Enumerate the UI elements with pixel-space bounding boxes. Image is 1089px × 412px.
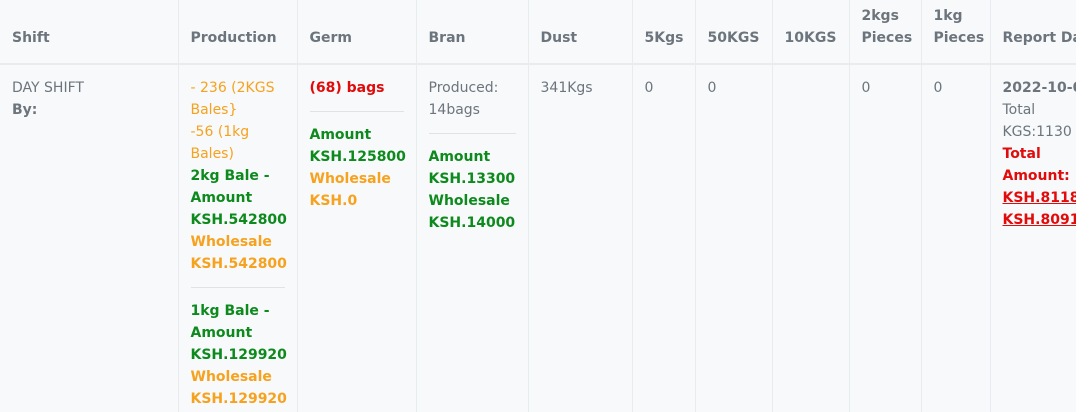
col-header-bran[interactable]: Bran	[416, 0, 529, 65]
bran-wholesale: KSH.14000	[428, 215, 516, 231]
report-amount-link-2[interactable]: KSH.8091	[1003, 212, 1077, 228]
germ-bags: (68) bags	[309, 80, 385, 96]
col-header-shift[interactable]: Shift	[0, 0, 179, 65]
cell-5kgs: 0	[632, 64, 696, 412]
production-1kg-bales: -56 (1kg Bales)	[190, 124, 250, 162]
cell-germ: (68) bags Amount KSH.125800 Wholesale KS…	[297, 64, 417, 412]
bale1-amount: KSH.129920	[190, 347, 287, 363]
bale2-amount-label: 2kg Bale -Amount	[190, 168, 270, 206]
col-header-1kg-pieces[interactable]: 1kg Pieces	[921, 0, 991, 65]
germ-wholesale-label: Wholesale	[309, 171, 391, 187]
cell-50kgs: 0	[695, 64, 773, 412]
cell-shift: DAY SHIFT By:	[0, 64, 179, 412]
col-header-50kgs[interactable]: 50KGS	[695, 0, 773, 65]
production-2kg-bales: - 236 (2KGS Bales}	[190, 80, 275, 118]
col-header-report-date[interactable]: Report Da	[990, 0, 1076, 65]
col-header-2kg-pieces[interactable]: 2kgs Pieces	[849, 0, 922, 65]
shift-by: By:	[12, 102, 38, 118]
bran-wholesale-label: Wholesale	[428, 193, 510, 209]
report-total-amount-label: Total Amount:	[1002, 146, 1070, 184]
col-header-dust[interactable]: Dust	[528, 0, 633, 65]
cell-dust: 341Kgs	[528, 64, 633, 412]
col-header-5kgs[interactable]: 5Kgs	[632, 0, 696, 65]
bale1-amount-label: 1kg Bale -Amount	[190, 303, 270, 341]
bran-amount-label: Amount	[428, 149, 491, 165]
col-header-production[interactable]: Production	[178, 0, 298, 65]
shift-name: DAY SHIFT	[12, 80, 84, 96]
divider	[190, 287, 285, 288]
report-date: 2022-10-0	[1002, 80, 1077, 96]
cell-1kg-pieces: 0	[921, 64, 991, 412]
bale1-wholesale: KSH.129920	[190, 391, 287, 407]
cell-2kg-pieces: 0	[849, 64, 922, 412]
col-header-germ[interactable]: Germ	[297, 0, 417, 65]
cell-report-date: 2022-10-0 Total KGS:1130 Total Amount: K…	[990, 64, 1076, 412]
germ-amount: KSH.125800	[309, 149, 406, 165]
table-row: DAY SHIFT By: - 236 (2KGS Bales} -56 (1k…	[0, 64, 1076, 412]
shift-report-table: Shift Production Germ Bran Dust 5Kgs 50K…	[0, 0, 1076, 412]
bale1-wholesale-label: Wholesale	[190, 369, 272, 385]
germ-wholesale: KSH.0	[309, 193, 358, 209]
report-table-container: Shift Production Germ Bran Dust 5Kgs 50K…	[0, 0, 1076, 412]
cell-bran: Produced: 14bags Amount KSH.13300 Wholes…	[416, 64, 529, 412]
bran-produced: Produced: 14bags	[428, 80, 499, 118]
germ-amount-label: Amount	[309, 127, 372, 143]
header-row: Shift Production Germ Bran Dust 5Kgs 50K…	[0, 0, 1076, 65]
divider	[309, 111, 404, 112]
bale2-wholesale-label: Wholesale	[190, 234, 272, 250]
report-amount-link-1[interactable]: KSH.8118	[1003, 190, 1077, 206]
cell-production: - 236 (2KGS Bales} -56 (1kg Bales) 2kg B…	[178, 64, 298, 412]
cell-10kgs	[772, 64, 850, 412]
divider	[428, 133, 516, 134]
bran-amount: KSH.13300	[428, 171, 516, 187]
bale2-wholesale: KSH.542800	[190, 256, 287, 272]
bale2-amount: KSH.542800	[190, 212, 287, 228]
col-header-10kgs[interactable]: 10KGS	[772, 0, 850, 65]
report-total-kgs: Total KGS:1130	[1002, 102, 1072, 140]
